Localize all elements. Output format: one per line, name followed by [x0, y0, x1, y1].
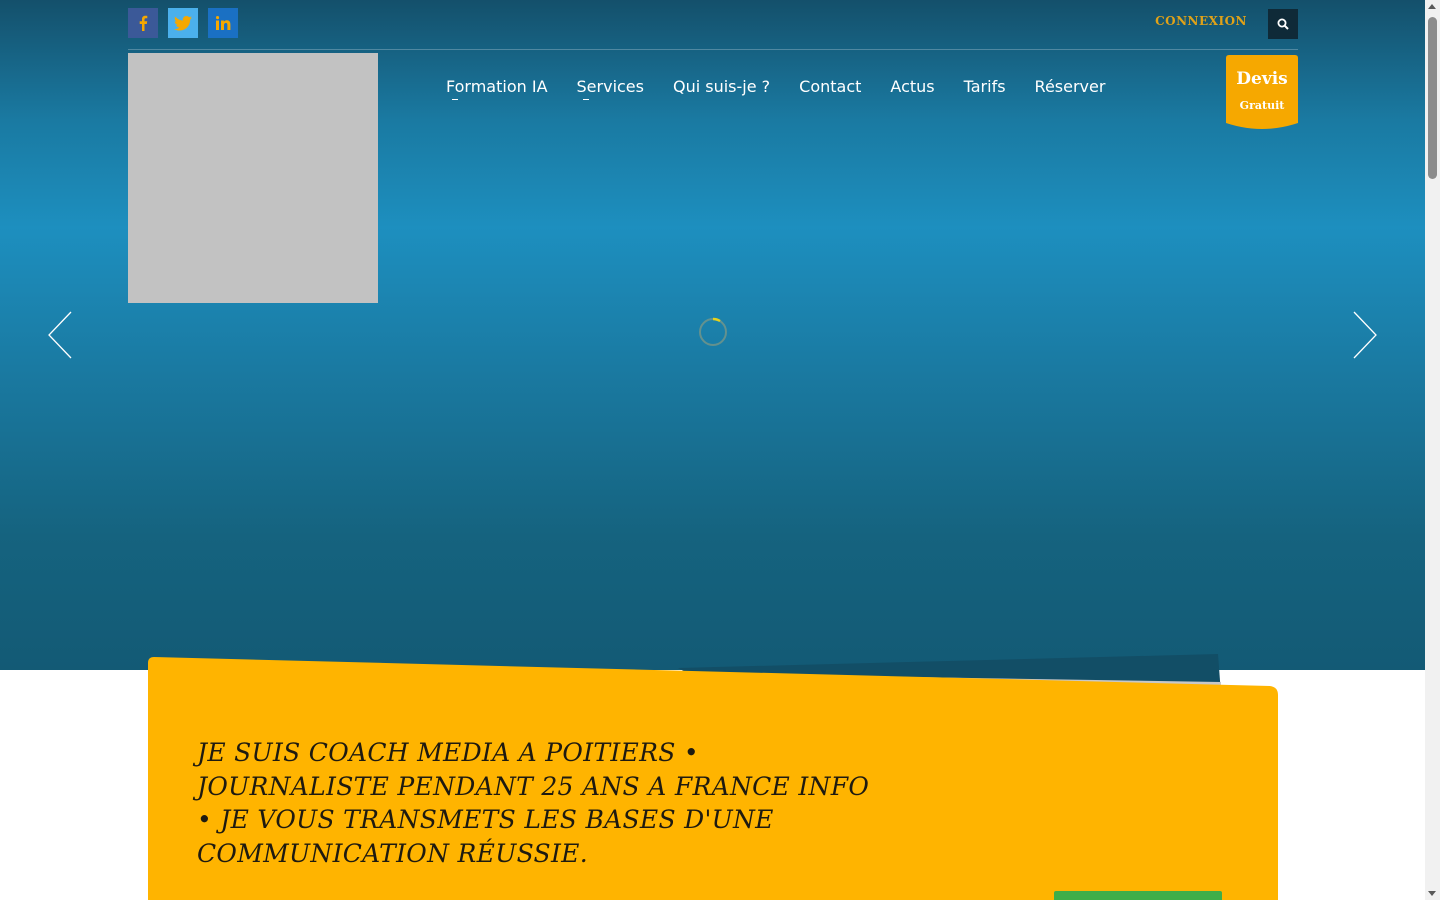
- nav-item-label: Tarifs: [963, 77, 1006, 96]
- intro-text: Je suis coach media a Poitiers • journal…: [197, 738, 870, 868]
- twitter-link[interactable]: [168, 8, 198, 38]
- quote-badge-shape: [1226, 55, 1298, 129]
- twitter-icon: [174, 15, 192, 31]
- nav-item-contact[interactable]: Contact: [799, 77, 861, 97]
- slider-next-button[interactable]: [1352, 310, 1378, 360]
- nav-item-label: Contact: [799, 77, 862, 96]
- linkedin-icon: [215, 16, 231, 30]
- nav-item-label: Qui suis-je ?: [672, 77, 771, 96]
- spinner-icon: [699, 317, 727, 346]
- submenu-indicator: [452, 99, 458, 100]
- loading-spinner: [698, 317, 728, 347]
- nav-item-actus[interactable]: Actus: [890, 77, 934, 97]
- scrollbar-thumb[interactable]: [1428, 17, 1437, 179]
- linkedin-link[interactable]: [208, 8, 238, 38]
- chevron-right-icon: [1353, 311, 1377, 359]
- quote-title: Devis: [1236, 69, 1288, 89]
- nav-item-tarifs[interactable]: Tarifs: [964, 77, 1006, 97]
- login-link[interactable]: CONNEXION: [1155, 14, 1247, 28]
- search-icon: [1277, 15, 1289, 34]
- page: CONNEXION Formation IA Services Qui suis…: [0, 0, 1440, 900]
- nav-item-label: Services: [576, 77, 644, 96]
- scroll-up-icon[interactable]: [1428, 4, 1436, 9]
- facebook-icon: [138, 15, 148, 31]
- green-action-button[interactable]: [1054, 891, 1222, 900]
- page-scrollbar[interactable]: [1425, 0, 1440, 900]
- nav-item-services[interactable]: Services: [576, 77, 644, 100]
- scroll-down-icon[interactable]: [1428, 891, 1436, 896]
- hero-slider: CONNEXION Formation IA Services Qui suis…: [0, 0, 1425, 670]
- chevron-left-icon: [48, 311, 72, 359]
- search-button[interactable]: [1268, 9, 1298, 39]
- facebook-link[interactable]: [128, 8, 158, 38]
- nav-item-label: Actus: [890, 77, 935, 96]
- nav-item-formation-ia[interactable]: Formation IA: [446, 77, 548, 100]
- main-nav: Formation IA Services Qui suis-je ? Cont…: [446, 77, 1106, 100]
- free-quote-button[interactable]: Devis Gratuit: [1226, 55, 1298, 131]
- nav-item-label: Formation IA: [446, 77, 548, 96]
- nav-item-qui-suis-je[interactable]: Qui suis-je ?: [673, 77, 770, 97]
- top-bar: CONNEXION: [128, 0, 1298, 50]
- nav-item-label: Réserver: [1034, 77, 1106, 96]
- slider-prev-button[interactable]: [47, 310, 73, 360]
- nav-item-reserver[interactable]: Réserver: [1035, 77, 1106, 97]
- quote-subtitle: Gratuit: [1239, 99, 1285, 112]
- submenu-indicator: [582, 99, 589, 100]
- logo-placeholder[interactable]: [128, 53, 378, 303]
